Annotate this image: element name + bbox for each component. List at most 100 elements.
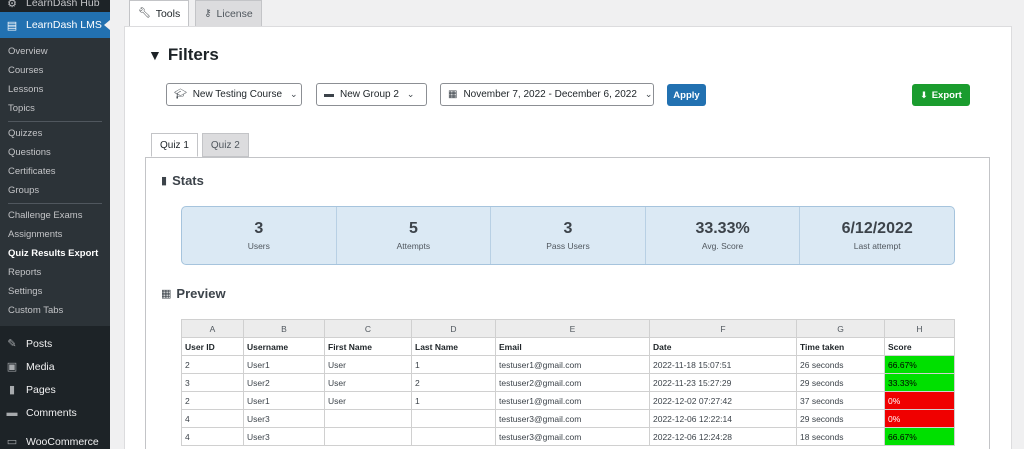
stat-label: Attempts <box>396 241 431 251</box>
stat-label: Users <box>247 241 270 251</box>
course-select[interactable]: 🎓︎ New Testing Course ⌄ <box>166 83 302 106</box>
submenu-overview[interactable]: Overview <box>0 42 110 61</box>
table-cell: User3 <box>243 427 325 446</box>
table-cell: testuser1@gmail.com <box>495 391 650 410</box>
pin-icon: ✎ <box>7 338 17 350</box>
tab-quiz-1[interactable]: Quiz 1 <box>151 133 198 157</box>
date-range-select[interactable]: ▦ November 7, 2022 - December 6, 2022 ⌄ <box>440 83 654 106</box>
tab-quiz-2[interactable]: Quiz 2 <box>201 133 249 157</box>
table-cell: 2 <box>181 391 244 410</box>
score-cell: 33.33% <box>884 373 955 392</box>
table-cell: 2 <box>411 373 496 392</box>
media-icon: ▣ <box>6 361 18 373</box>
tab-tools[interactable]: 🔧︎ Tools <box>129 0 190 26</box>
submenu-settings[interactable]: Settings <box>0 282 110 301</box>
calendar-icon: ▦ <box>448 89 458 100</box>
tab-label: License <box>216 7 253 20</box>
table-cell: User2 <box>243 373 325 392</box>
column-letter: E <box>495 319 650 338</box>
table-cell: 2022-12-06 12:24:28 <box>649 427 797 446</box>
table-row: 3 User2 User 2 testuser2@gmail.com 2022-11-23… <box>181 373 955 392</box>
filters-heading: ▼ Filters <box>148 45 219 65</box>
chevron-down-icon: ⌄ <box>290 89 298 99</box>
table-cell: testuser1@gmail.com <box>495 355 650 374</box>
submenu-divider <box>8 121 102 122</box>
submenu-groups[interactable]: Groups <box>0 181 110 200</box>
chevron-down-icon: ⌄ <box>644 89 653 99</box>
stat-value: 3 <box>254 220 264 237</box>
header-cell: First Name <box>324 337 412 356</box>
submenu-custom-tabs[interactable]: Custom Tabs <box>0 301 110 320</box>
stat-label: Avg. Score <box>701 241 744 251</box>
stat-last-attempt: 6/12/2022 Last attempt <box>800 207 954 264</box>
table-row: 2 User1 User 1 testuser1@gmail.com 2022-11-18… <box>181 355 955 374</box>
woocommerce-icon: ▭ <box>6 436 18 448</box>
submenu-certificates[interactable]: Certificates <box>0 162 110 181</box>
export-label: Export <box>931 89 962 101</box>
stat-value: 33.33% <box>695 220 750 237</box>
table-row: 4 User3 testuser3@gmail.com 2022-12-06 12:2… <box>181 427 955 446</box>
column-letter: D <box>411 319 496 338</box>
stat-value: 5 <box>408 220 418 237</box>
column-letter: F <box>649 319 797 338</box>
table-cell: 2022-11-18 15:07:51 <box>649 355 797 374</box>
column-letter: H <box>884 319 955 338</box>
table-cell: 3 <box>181 373 244 392</box>
sidebar-item-label: LearnDash LMS <box>26 19 102 31</box>
header-cell: Username <box>243 337 325 356</box>
submenu-courses[interactable]: Courses <box>0 61 110 80</box>
header-cell: User ID <box>181 337 244 356</box>
sidebar-item-label: Comments <box>26 406 77 419</box>
tab-license[interactable]: ⚷ License <box>195 0 262 26</box>
sidebar-item-woocommerce[interactable]: ▭ WooCommerce <box>0 430 110 449</box>
submenu-challenge-exams[interactable]: Challenge Exams <box>0 206 110 225</box>
table-icon: ▦ <box>161 288 172 300</box>
table-cell: 1 <box>411 391 496 410</box>
submenu-quizzes[interactable]: Quizzes <box>0 124 110 143</box>
sidebar-item-media[interactable]: ▣ Media <box>0 355 110 378</box>
table-cell: 26 seconds <box>796 355 885 374</box>
table-cell: 18 seconds <box>796 427 885 446</box>
learndash-submenu: Overview Courses Lessons Topics Quizzes … <box>0 38 110 326</box>
submenu-lessons[interactable]: Lessons <box>0 80 110 99</box>
course-select-value: New Testing Course <box>192 89 283 100</box>
column-letter-row: ABCDEFGH <box>181 319 955 338</box>
table-cell <box>324 409 412 428</box>
header-cell: Score <box>884 337 955 356</box>
submenu-quiz-results-export[interactable]: Quiz Results Export <box>0 244 110 263</box>
apply-button[interactable]: Apply <box>667 84 706 106</box>
sidebar-item-comments[interactable]: ▬ Comments <box>0 401 110 424</box>
sidebar-item-pages[interactable]: ▮ Pages <box>0 378 110 401</box>
preview-table: ABCDEFGH User ID Username First Name Last N… <box>181 319 955 446</box>
wrench-icon: 🔧︎ <box>138 8 151 19</box>
sidebar-item-label: Media <box>26 360 55 373</box>
submenu-topics[interactable]: Topics <box>0 99 110 118</box>
submenu-questions[interactable]: Questions <box>0 143 110 162</box>
pages-icon: ▮ <box>8 384 16 396</box>
table-cell: User <box>324 373 412 392</box>
submenu-reports[interactable]: Reports <box>0 263 110 282</box>
bar-chart-icon: ▮ <box>161 175 168 187</box>
sidebar-item-posts[interactable]: ✎ Posts <box>0 332 110 355</box>
export-button[interactable]: ⬇ Export <box>912 84 970 106</box>
table-cell: 1 <box>411 355 496 374</box>
table-cell: User3 <box>243 409 325 428</box>
column-letter: G <box>796 319 885 338</box>
stat-label: Pass Users <box>546 241 590 251</box>
graduation-cap-icon: 🎓︎ <box>174 89 187 100</box>
group-select[interactable]: ▬ New Group 2 ⌄ <box>316 83 427 106</box>
learndash-icon: ▤ <box>6 19 18 32</box>
table-cell: 4 <box>181 427 244 446</box>
submenu-assignments[interactable]: Assignments <box>0 225 110 244</box>
table-cell: User1 <box>243 391 325 410</box>
group-select-value: New Group 2 <box>340 89 399 100</box>
tools-panel: ▼ Filters 🎓︎ New Testing Course ⌄ ▬ New … <box>124 26 1012 449</box>
sidebar-item-learndash-hub[interactable]: ⚙ LearnDash Hub <box>0 0 110 10</box>
filter-icon: ▼ <box>148 47 162 63</box>
table-row: 2 User1 User 1 testuser1@gmail.com 2022-12-02… <box>181 391 955 410</box>
date-range-value: November 7, 2022 - December 6, 2022 <box>463 89 637 100</box>
sidebar-item-learndash-lms[interactable]: ▤ LearnDash LMS <box>0 12 110 38</box>
quiz-panel: ▮ Stats 3 Users 5 Attempts 3 Pass Users … <box>145 157 990 449</box>
stat-value: 6/12/2022 <box>841 220 913 237</box>
table-cell: testuser3@gmail.com <box>495 427 650 446</box>
